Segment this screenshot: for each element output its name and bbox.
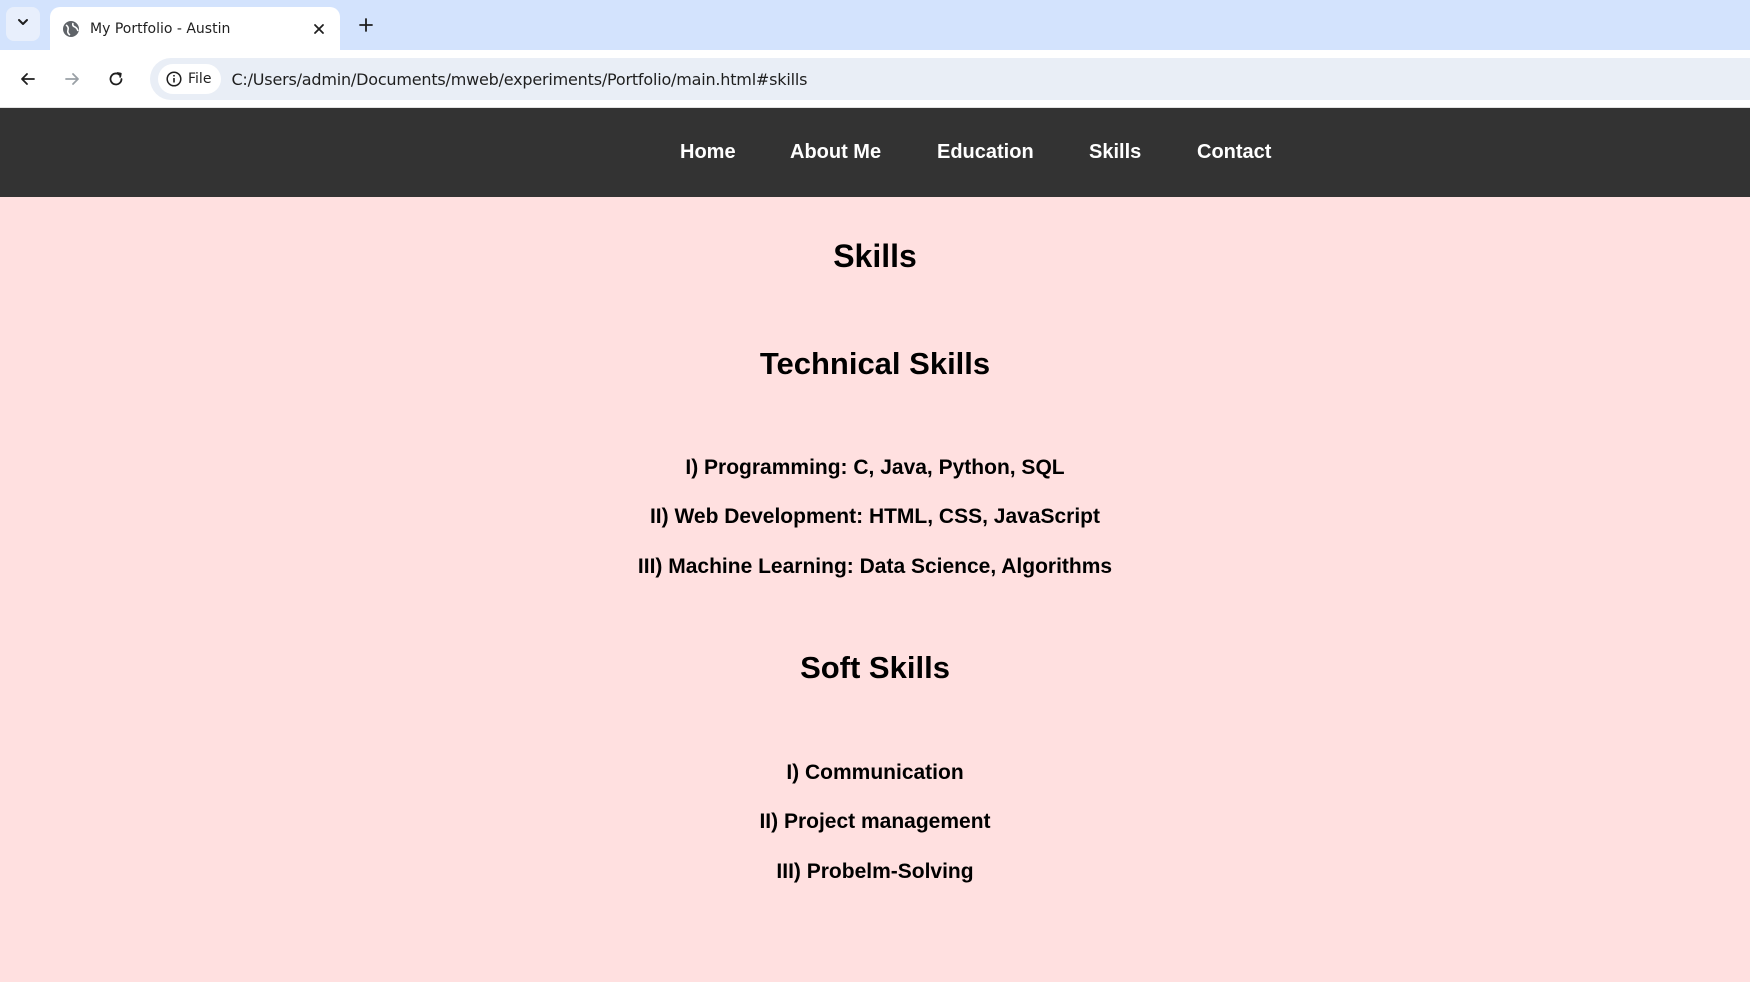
technical-skill-item: II) Web Development: HTML, CSS, JavaScri…	[649, 505, 1101, 528]
reload-icon	[109, 72, 123, 86]
plus-icon	[359, 18, 373, 32]
technical-skill-item: I) Programming: C, Java, Python, SQL	[685, 456, 1065, 479]
section-title: Skills	[833, 238, 917, 274]
tab-title: My Portfolio - Austin	[90, 20, 231, 37]
back-button[interactable]	[12, 63, 44, 95]
technical-skills-heading: Technical Skills	[759, 346, 991, 381]
close-icon	[314, 23, 324, 34]
soft-skill-item: II) Project management	[759, 810, 991, 833]
arrow-right-icon	[65, 73, 79, 85]
site-info-chip[interactable]: File	[158, 64, 222, 94]
info-icon	[166, 71, 182, 87]
chevron-down-icon	[16, 15, 30, 34]
tab-search-button[interactable]	[6, 7, 40, 41]
site-info-label: File	[188, 71, 212, 87]
nav-link-about-me[interactable]: About Me	[790, 108, 881, 197]
address-bar[interactable]: File C:/Users/admin/Documents/mweb/exper…	[150, 58, 1750, 100]
tab-strip: My Portfolio - Austin	[0, 0, 1750, 50]
globe-icon	[62, 20, 80, 38]
new-tab-button[interactable]	[352, 11, 380, 39]
soft-skill-item: III) Probelm-Solving	[776, 860, 974, 883]
reload-button[interactable]	[100, 63, 132, 95]
soft-skills-heading: Soft Skills	[800, 650, 950, 685]
nav-link-home[interactable]: Home	[680, 108, 736, 197]
nav-link-contact[interactable]: Contact	[1197, 108, 1271, 197]
forward-button[interactable]	[56, 63, 88, 95]
site-nav: Home About Me Education Skills Contact	[0, 108, 1750, 197]
nav-link-education[interactable]: Education	[937, 108, 1034, 197]
browser-tab[interactable]: My Portfolio - Austin	[50, 7, 340, 50]
url-text[interactable]: C:/Users/admin/Documents/mweb/experiment…	[231, 70, 807, 89]
tab-close-button[interactable]	[308, 18, 330, 40]
arrow-left-icon	[21, 73, 35, 85]
soft-skill-item: I) Communication	[786, 761, 964, 784]
technical-skill-item: III) Machine Learning: Data Science, Alg…	[637, 555, 1113, 578]
browser-toolbar: File C:/Users/admin/Documents/mweb/exper…	[0, 50, 1750, 108]
nav-link-skills[interactable]: Skills	[1089, 108, 1141, 197]
